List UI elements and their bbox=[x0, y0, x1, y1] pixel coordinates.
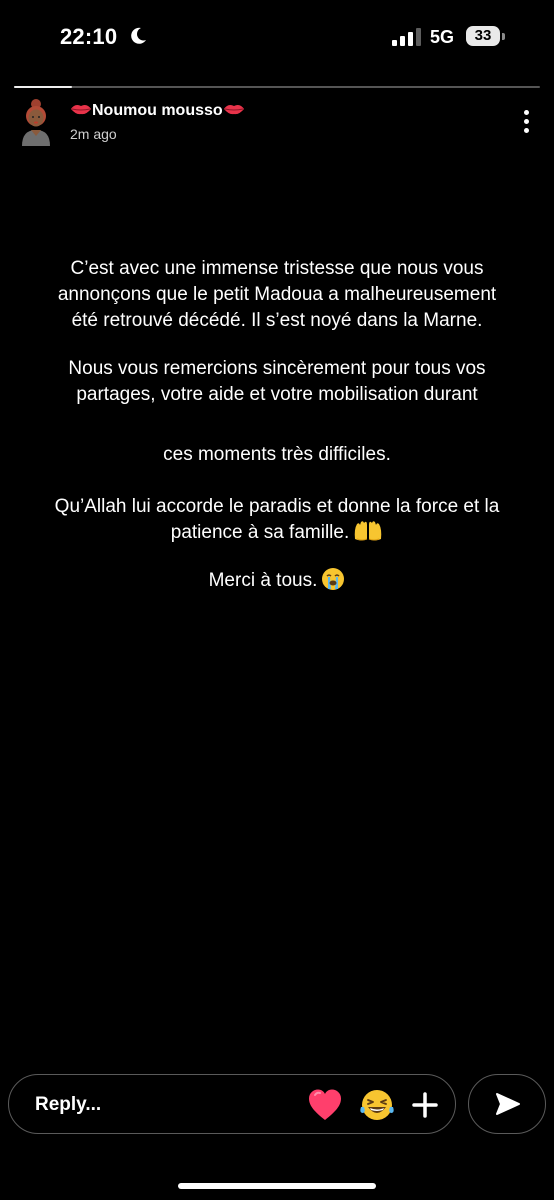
palms-up-together-icon bbox=[355, 521, 382, 541]
story-username[interactable]: Noumou mousso bbox=[70, 102, 245, 120]
reply-input[interactable]: Reply... bbox=[35, 1094, 101, 1116]
story-line-with-emoji: patience à sa famille. bbox=[0, 520, 554, 546]
loudly-crying-face-icon bbox=[322, 567, 345, 590]
send-button[interactable] bbox=[468, 1074, 546, 1134]
battery-icon: 33 bbox=[466, 26, 506, 48]
story-line: été retrouvé décédé. Il s’est noyé dans … bbox=[71, 310, 483, 331]
plus-icon[interactable] bbox=[411, 1091, 439, 1119]
dot-icon bbox=[524, 110, 529, 115]
status-time: 22:10 bbox=[60, 24, 118, 49]
avatar[interactable] bbox=[16, 96, 56, 146]
lips-icon bbox=[71, 105, 91, 115]
signal-icon bbox=[392, 28, 421, 46]
story-line: Qu’Allah lui accorde le paradis et donne… bbox=[54, 496, 500, 517]
battery-level: 33 bbox=[474, 27, 492, 44]
post-time: 2m ago bbox=[70, 126, 117, 142]
story-line: annonçons que le petit Madoua a malheure… bbox=[57, 284, 497, 305]
story-line: partages, votre aide et votre mobilisati… bbox=[76, 384, 478, 405]
heart-icon[interactable] bbox=[307, 1087, 343, 1123]
username-text: Noumou mousso bbox=[92, 102, 223, 119]
reply-box[interactable]: Reply... bbox=[8, 1074, 456, 1134]
send-icon bbox=[496, 1093, 520, 1115]
laughing-face-icon[interactable] bbox=[359, 1087, 395, 1123]
home-indicator[interactable] bbox=[178, 1183, 376, 1189]
moon-icon bbox=[131, 27, 146, 44]
dot-icon bbox=[524, 128, 529, 133]
story-progress-fill bbox=[14, 86, 72, 88]
story-line: patience à sa famille. bbox=[170, 522, 350, 543]
story-line: C’est avec une immense tristesse que nou… bbox=[70, 258, 484, 279]
story-line: Merci à tous. bbox=[208, 570, 318, 591]
story-line: Nous vous remercions sincèrement pour to… bbox=[68, 358, 486, 379]
dot-icon bbox=[524, 119, 529, 124]
status-bar: 22:10 5G 33 bbox=[0, 0, 554, 78]
more-options-button[interactable] bbox=[516, 108, 538, 136]
lips-icon bbox=[223, 105, 244, 115]
story-line: ces moments très difficiles. bbox=[163, 444, 391, 465]
story-line-with-emoji: Merci à tous. bbox=[0, 567, 554, 594]
story-progress-bar bbox=[14, 86, 540, 88]
network-type: 5G bbox=[430, 27, 455, 47]
